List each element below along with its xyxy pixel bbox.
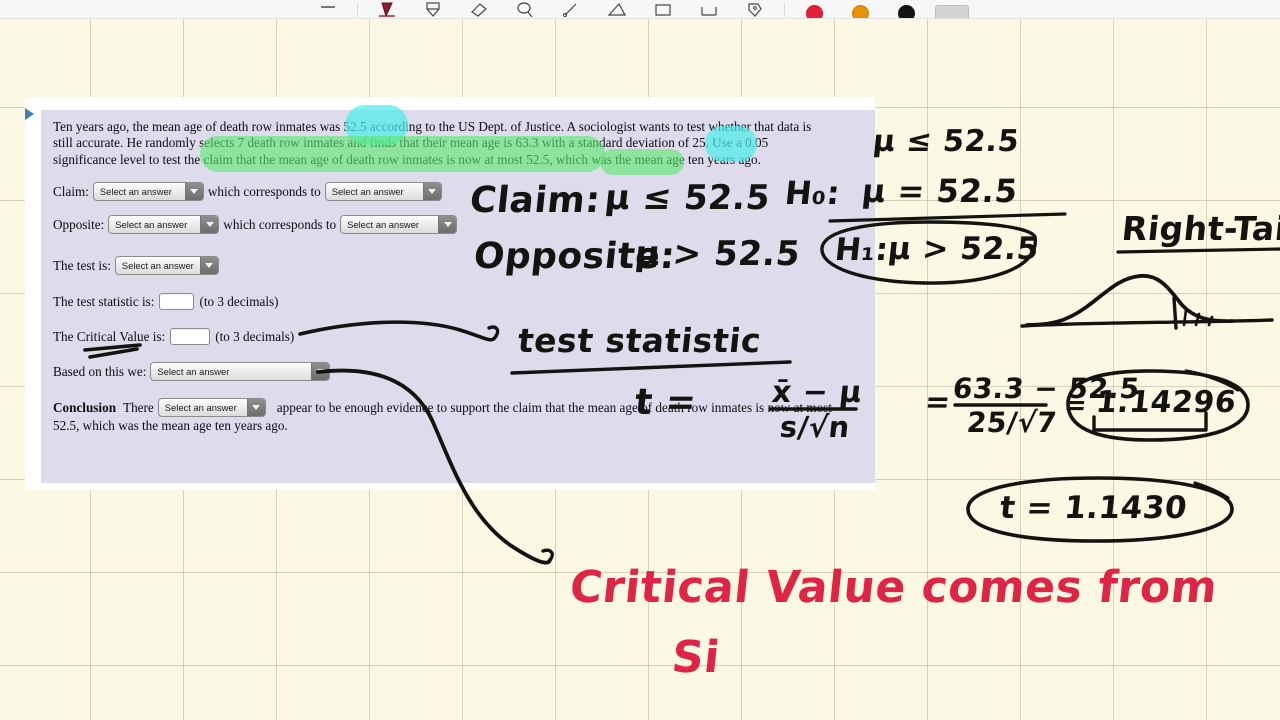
decision-select-value: Select an answer [157,365,230,377]
chevron-down-icon [438,216,457,234]
opposite-label: Opposite: [53,216,105,232]
critical-value-hint: (to 3 decimals) [215,328,295,344]
test-statistic-input[interactable] [159,293,195,311]
problem-line-2: still accurate. He randomly selects 7 de… [53,135,769,151]
claim-select[interactable]: Select an answer [92,182,204,202]
critical-value-label: The Critical Value is: [53,328,166,344]
lasso-tool[interactable] [502,0,548,18]
problem-line-3: significance level to test the claim tha… [53,151,761,167]
rectangle-tool[interactable] [640,0,686,18]
toolbar-divider [357,3,358,17]
decision-select[interactable]: Select an answer [150,362,331,382]
claim-hypothesis-select[interactable]: Select an answer [324,182,442,202]
toolbar-tool-group [305,0,975,18]
color-swatch-black[interactable] [883,0,929,18]
eraser-tool[interactable] [456,0,502,18]
claim-hypothesis-select-value: Select an answer [331,185,404,197]
line-tool[interactable] [548,0,594,18]
test-statistic-hint: (to 3 decimals) [199,293,279,309]
chevron-down-icon [184,183,203,201]
test-type-select[interactable]: Select an answer [114,256,219,276]
chevron-down-icon [200,216,219,234]
tag-tool[interactable] [732,0,778,18]
problem-line-1: Ten years ago, the mean age of death row… [53,119,812,134]
problem-statement: Ten years ago, the mean age of death row… [53,119,863,168]
chevron-down-icon [422,183,441,201]
conclusion-there-label: There [123,399,154,415]
shape-tool[interactable] [594,0,640,18]
conclusion-tail-text: appear to be enough evidence to support … [276,399,832,415]
conclusion-row: Conclusion There Select an answer appear… [53,398,863,418]
conclusion-select[interactable]: Select an answer [157,398,266,418]
color-swatch-grey[interactable] [929,0,975,18]
conclusion-line-2: 52.5, which was the mean age ten years a… [53,418,288,434]
test-statistic-label: The test statistic is: [53,293,155,309]
critical-value-input[interactable] [170,328,211,346]
expand-triangle-icon[interactable] [25,108,34,120]
angle-tool[interactable] [686,0,732,18]
chevron-down-icon [199,257,218,275]
chevron-down-icon [311,363,330,381]
decision-label: Based on this we: [53,363,147,379]
test-statistic-row: The test statistic is: (to 3 decimals) [53,293,863,311]
color-swatch-red[interactable] [791,0,837,18]
test-type-label: The test is: [53,257,111,273]
critical-value-row: The Critical Value is: (to 3 decimals) [53,328,863,346]
conclusion-heading: Conclusion [53,399,117,415]
pen-tool[interactable] [364,0,410,18]
claim-corresponds-label: which corresponds to [207,183,321,199]
opposite-hypothesis-select[interactable]: Select an answer [340,215,458,235]
chevron-down-icon [246,399,265,417]
test-type-select-value: Select an answer [121,259,194,271]
claim-row: Claim: Select an answer which correspond… [53,182,863,202]
claim-select-value: Select an answer [99,185,172,197]
quiz-panel: Ten years ago, the mean age of death row… [41,110,875,483]
minus-tool[interactable] [305,0,351,18]
color-swatch-orange[interactable] [837,0,883,18]
test-type-row: The test is: Select an answer [53,256,863,276]
opposite-select[interactable]: Select an answer [108,215,220,235]
opposite-row: Opposite: Select an answer which corresp… [53,215,863,235]
opposite-corresponds-label: which corresponds to [223,216,337,232]
conclusion-select-value: Select an answer [164,401,237,413]
highlighter-tool[interactable] [410,0,456,18]
conclusion-block: Conclusion There Select an answer appear… [53,398,863,434]
toolbar-divider [784,3,785,17]
opposite-hypothesis-select-value: Select an answer [347,218,420,230]
drawing-toolbar[interactable] [0,0,1280,19]
decision-row: Based on this we: Select an answer [53,362,863,382]
opposite-select-value: Select an answer [115,218,188,230]
claim-label: Claim: [53,183,89,199]
